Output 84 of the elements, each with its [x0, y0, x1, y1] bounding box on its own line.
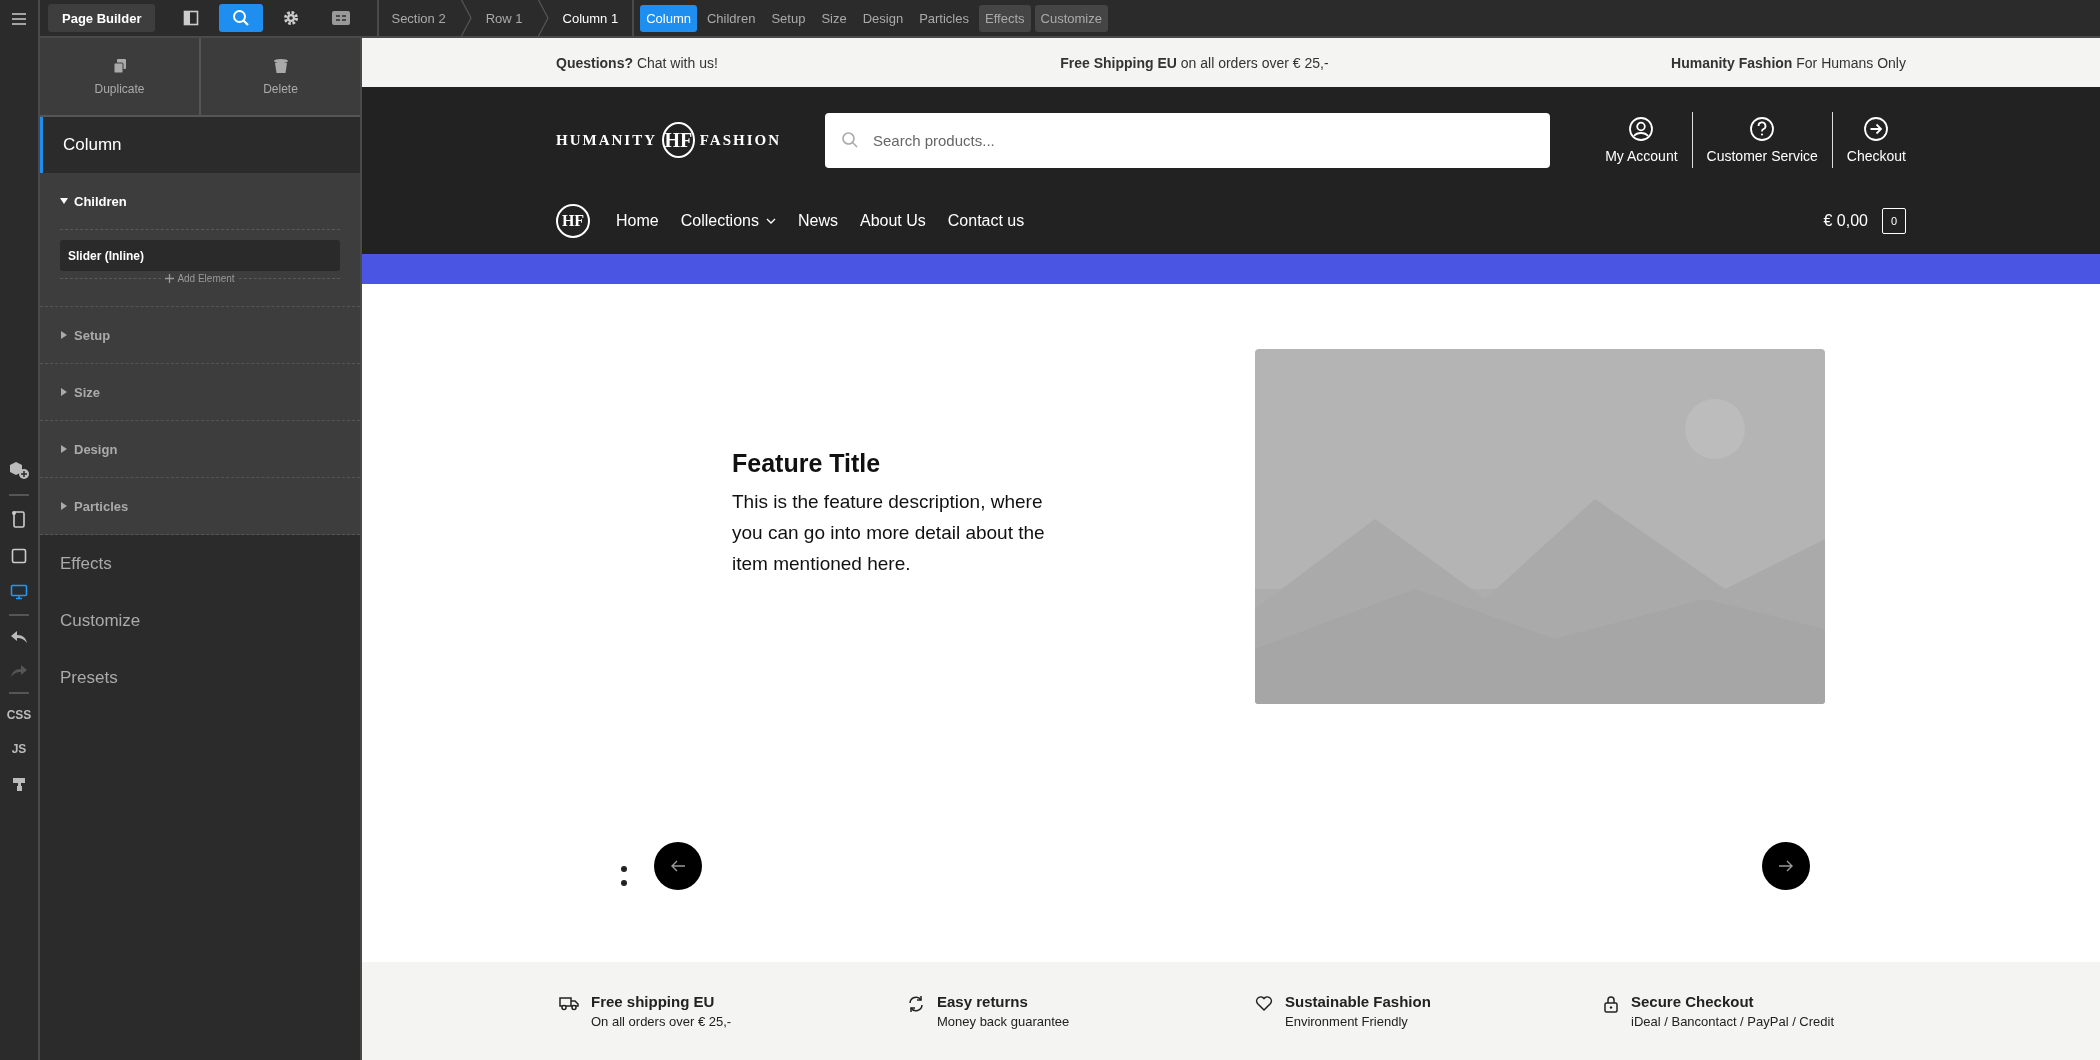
settings-icon [282, 9, 301, 27]
phone-icon[interactable] [11, 510, 27, 528]
feature-heading: Secure Checkout [1631, 993, 1755, 1010]
section-toggle[interactable]: Setup [40, 307, 360, 363]
tablet-icon[interactable] [11, 548, 27, 564]
section-toggle[interactable]: Design [40, 421, 360, 477]
panel-tab[interactable]: Size [815, 4, 853, 32]
panel-tab[interactable]: Effects [979, 4, 1031, 32]
add-block-icon[interactable] [8, 460, 30, 480]
breadcrumb-link[interactable]: Column 1 [562, 10, 633, 26]
undo-icon[interactable] [10, 630, 28, 644]
action-button[interactable]: Duplicate [40, 38, 199, 115]
search-icon [232, 9, 251, 27]
nav-link[interactable]: Contact us [947, 211, 1025, 230]
code-icon [331, 10, 352, 26]
nav-link[interactable]: Home [616, 211, 659, 230]
header-link[interactable]: Customer Service [1691, 112, 1832, 168]
heart-icon [1255, 995, 1273, 1011]
refresh-icon [907, 995, 925, 1013]
site-logo[interactable]: HUMANITY HF FASHION [556, 122, 781, 158]
panel-tab[interactable]: Column [640, 4, 697, 32]
action-button[interactable]: Delete [199, 38, 360, 115]
arrow-right-circle-icon [1863, 116, 1890, 142]
panel-menu-item[interactable]: Customize [40, 592, 360, 649]
child-element-item[interactable]: Slider (Inline) [60, 240, 340, 271]
panel-menu-item[interactable]: Effects [40, 535, 360, 592]
code-editor-button[interactable]: CSS [6, 708, 32, 722]
cart-count[interactable]: 0 [1882, 207, 1906, 234]
feature-heading: Free shipping EU [591, 993, 716, 1010]
add-element-button[interactable]: Add Element [165, 273, 235, 284]
feature-subtitle: Environment Friendly [1285, 1014, 1409, 1029]
breadcrumb-link[interactable]: Section 2 [391, 10, 460, 26]
panel-tab[interactable]: Particles [913, 4, 975, 32]
panel-tab[interactable]: Design [856, 4, 910, 32]
logo-mark[interactable]: HF [556, 203, 590, 238]
section-toggle[interactable]: Particles [40, 478, 360, 534]
header-link[interactable]: Checkout [1831, 112, 1906, 168]
search-button[interactable] [219, 4, 264, 32]
copy-icon [112, 57, 127, 74]
feature-description: This is the feature description, where you can go into more detail about the item mentioned here. [732, 489, 1046, 576]
sidebar-icon [183, 10, 200, 26]
nav-link[interactable]: Collections [680, 211, 776, 230]
announcement-text: Questions? Chat with us! [556, 54, 718, 71]
announcement-text: Free Shipping EU on all orders over € 25,- [1060, 54, 1329, 71]
section-toggle[interactable]: Children [40, 173, 360, 229]
lock-icon [1603, 995, 1619, 1013]
arrow-right-icon [1778, 859, 1794, 873]
caret-right-icon [60, 331, 68, 339]
arrow-left-icon [670, 859, 686, 873]
feature-subtitle: On all orders over € 25,- [591, 1014, 732, 1029]
feature-heading: Sustainable Fashion [1285, 993, 1431, 1010]
feature-heading: Easy returns [937, 993, 1029, 1010]
panel-tab[interactable]: Children [700, 4, 762, 32]
panel-menu-item[interactable]: Presets [40, 649, 360, 706]
desktop-icon[interactable] [10, 584, 28, 600]
panel-tab[interactable]: Setup [765, 4, 812, 32]
code-editor-button[interactable]: JS [11, 742, 27, 756]
brush-icon[interactable] [11, 776, 27, 792]
header-link[interactable]: My Account [1591, 112, 1692, 168]
truck-icon [559, 995, 579, 1011]
caret-right-icon [60, 502, 68, 510]
feature-title: Feature Title [732, 448, 882, 478]
panel-tab[interactable]: Customize [1034, 4, 1108, 32]
slider-dots-icon[interactable] [620, 865, 628, 887]
user-icon [1628, 116, 1655, 142]
announcement-text: Humanity Fashion For Humans Only [1671, 54, 1906, 71]
caret-down-icon [60, 197, 68, 205]
feature-subtitle: iDeal / Bancontact / PayPal / Credit [1631, 1014, 1835, 1029]
trash-icon [272, 57, 289, 74]
feature-subtitle: Money back guarantee [937, 1014, 1070, 1029]
plus-icon [165, 274, 175, 283]
help-icon [1749, 116, 1776, 142]
breadcrumb-link[interactable]: Row 1 [485, 10, 537, 26]
caret-right-icon [60, 445, 68, 453]
page-builder-button[interactable]: Page Builder [48, 4, 156, 32]
nav-link[interactable]: News [797, 211, 838, 230]
next-slide-button[interactable] [1762, 842, 1810, 890]
search-field[interactable]: Search products... [825, 112, 1550, 168]
previous-slide-button[interactable] [654, 842, 702, 890]
section-toggle[interactable]: Size [40, 364, 360, 420]
chevron-down-icon [765, 217, 776, 224]
cart-total[interactable]: € 0,00 [1823, 211, 1868, 230]
caret-right-icon [60, 388, 68, 396]
nav-link[interactable]: About Us [859, 211, 926, 230]
